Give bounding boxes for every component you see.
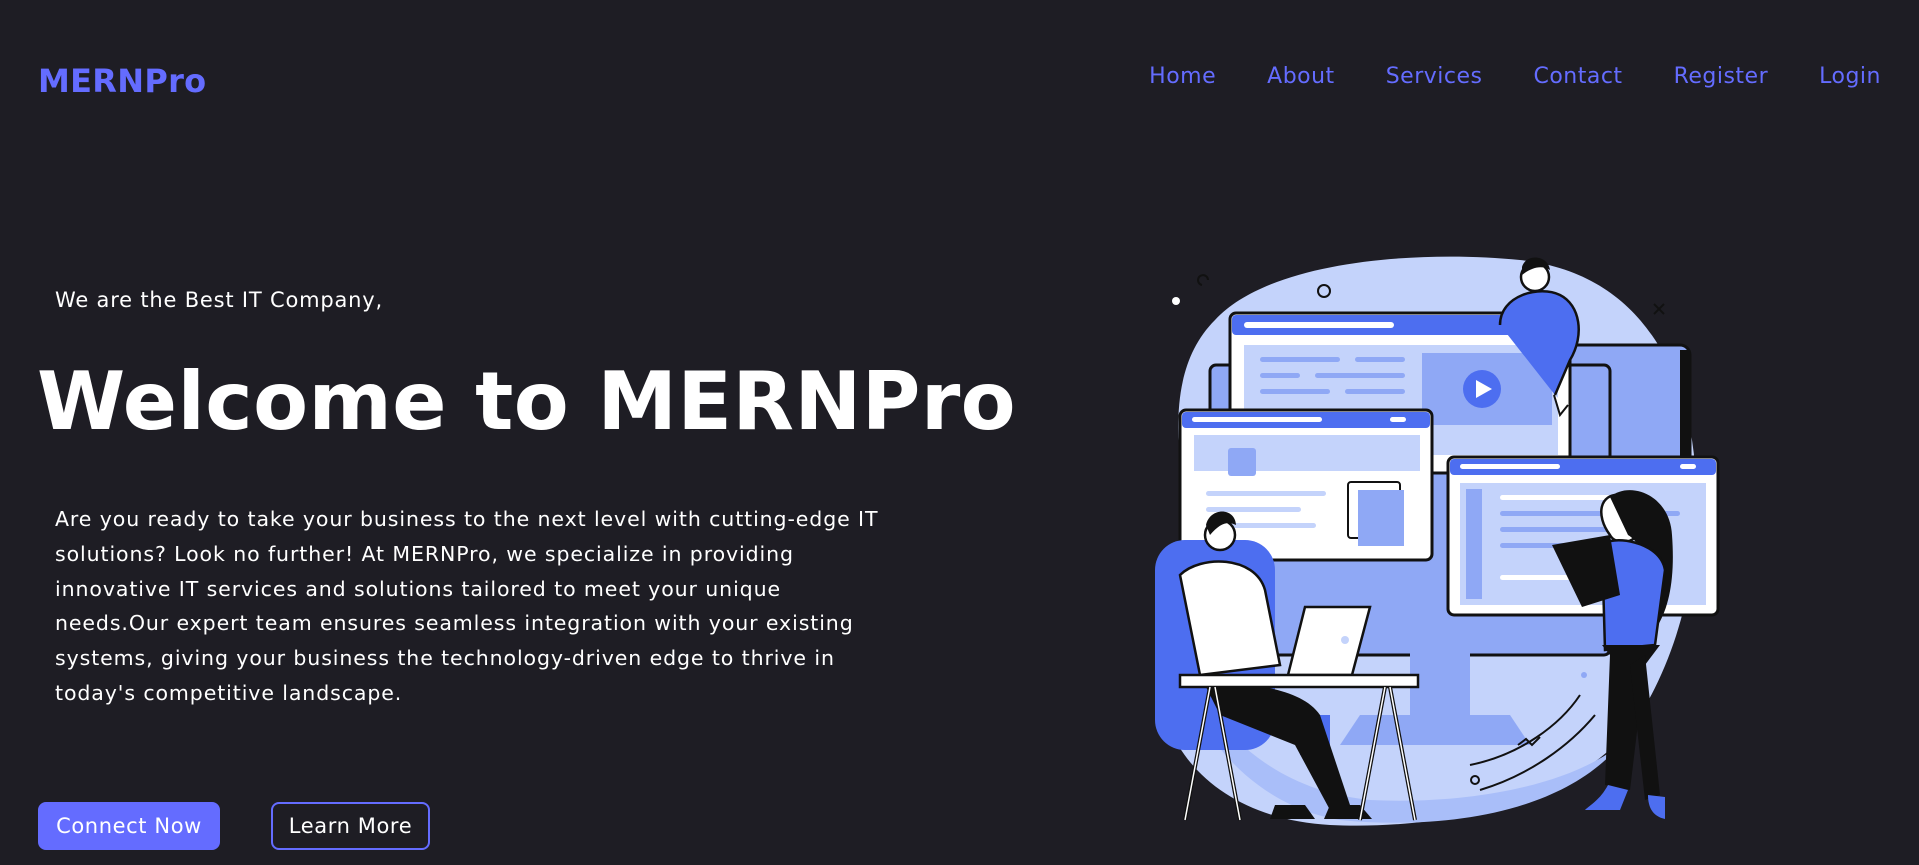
landing-page: MERNPro Home About Services Contact Regi… <box>0 0 1919 865</box>
nav-services-link[interactable]: Services <box>1386 64 1483 89</box>
connect-now-button[interactable]: Connect Now <box>38 802 220 850</box>
learn-more-button[interactable]: Learn More <box>271 802 430 850</box>
nav-contact-link[interactable]: Contact <box>1533 64 1622 89</box>
brand-logo[interactable]: MERNPro <box>38 62 206 100</box>
nav-home-link[interactable]: Home <box>1149 64 1216 89</box>
team-working-illustration <box>1155 256 1720 826</box>
nav-login-link[interactable]: Login <box>1819 64 1881 89</box>
main-nav: Home About Services Contact Register Log… <box>1098 64 1881 89</box>
hero-title: Welcome to MERNPro <box>37 355 1017 448</box>
nav-register-link[interactable]: Register <box>1674 64 1769 89</box>
nav-about-link[interactable]: About <box>1267 64 1335 89</box>
hero-intro: We are the Best IT Company, <box>55 288 383 312</box>
hero-description: Are you ready to take your business to t… <box>55 507 879 705</box>
